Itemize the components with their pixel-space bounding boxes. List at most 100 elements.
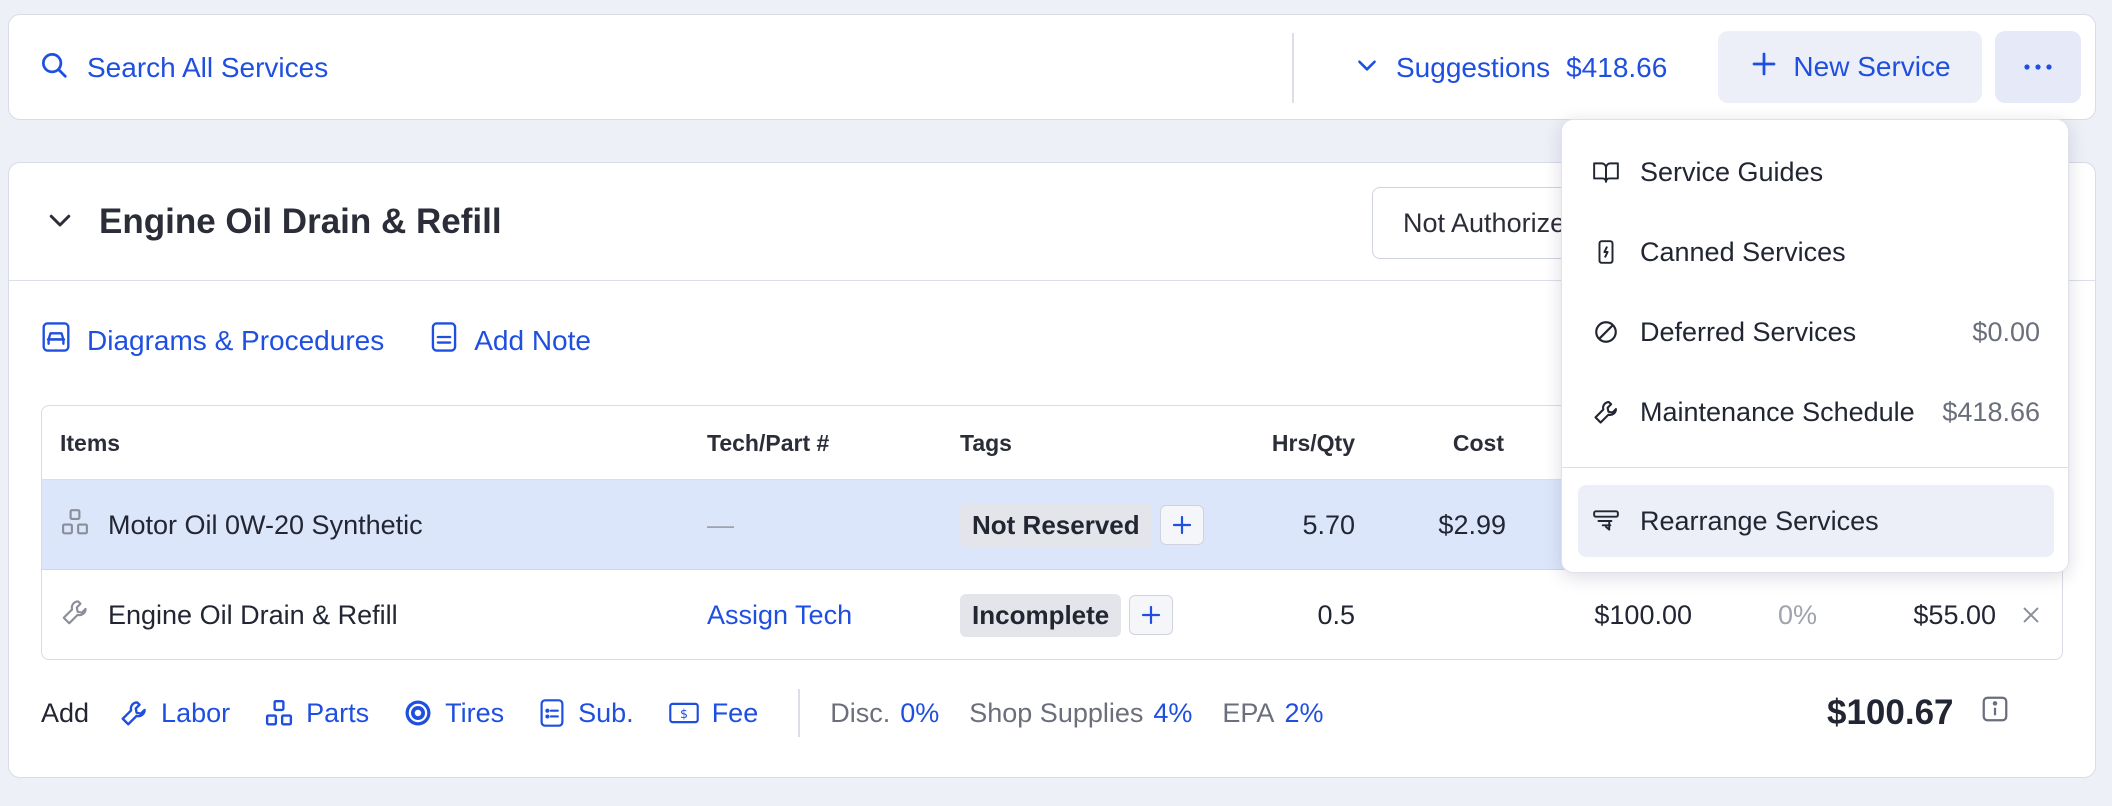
- menu-item-value: $0.00: [1972, 316, 2040, 347]
- plus-icon: [1142, 605, 1161, 625]
- menu-item-label: Service Guides: [1640, 156, 1824, 187]
- tags-cell: Incomplete: [960, 570, 1174, 659]
- close-icon: [2023, 607, 2039, 623]
- sub-label: Sub.: [578, 697, 634, 728]
- menu-item-canned-services[interactable]: Canned Services: [1592, 220, 2040, 284]
- menu-item-label: Maintenance Schedule: [1640, 396, 1915, 427]
- line-total-cell: $55.00: [1913, 599, 1996, 630]
- new-service-button[interactable]: New Service: [1718, 31, 1982, 103]
- menu-item-rearrange-services[interactable]: Rearrange Services: [1592, 489, 2040, 553]
- service-footer: Add Labor Parts Tires Sub. $ Fee Disc. 0…: [41, 683, 2071, 743]
- item-cell: Motor Oil 0W-20 Synthetic: [60, 480, 423, 570]
- add-fee-button[interactable]: $ Fee: [668, 697, 759, 729]
- col-hrs-qty: Hrs/Qty: [1271, 429, 1355, 456]
- hrs-qty-cell[interactable]: 5.70: [1257, 480, 1355, 570]
- epa-label: EPA: [1222, 697, 1275, 728]
- hrs-qty-cell[interactable]: 0.5: [1257, 570, 1355, 659]
- remove-item-button[interactable]: [2020, 570, 2042, 659]
- add-tag-button[interactable]: [1129, 595, 1174, 635]
- menu-item-label: Canned Services: [1640, 236, 1846, 267]
- more-options-button[interactable]: [1995, 31, 2081, 103]
- wrench-icon: [121, 701, 146, 726]
- discount-label: Disc.: [830, 697, 891, 728]
- status-badge: Incomplete: [960, 593, 1122, 637]
- menu-divider: [1562, 467, 2068, 468]
- canned-icon: [1592, 239, 1620, 265]
- fee-label: Fee: [711, 697, 759, 728]
- more-options-menu: Service Guides Canned Services Deferred …: [1561, 119, 2069, 573]
- item-cell: Engine Oil Drain & Refill: [60, 570, 398, 659]
- tire-icon: [405, 700, 431, 726]
- new-service-label: New Service: [1793, 51, 1951, 82]
- prohibited-icon: [1592, 319, 1620, 345]
- plus-icon: [1172, 515, 1191, 535]
- sublet-icon: [540, 699, 564, 727]
- service-toolbar: Search All Services Suggestions $418.66 …: [8, 14, 2096, 120]
- add-sublet-button[interactable]: Sub.: [538, 698, 634, 729]
- tech-part-cell: —: [707, 509, 734, 540]
- col-cost: Cost: [1452, 429, 1504, 456]
- epa-value[interactable]: 2%: [1284, 698, 1323, 729]
- diagrams-procedures-link[interactable]: Diagrams & Procedures: [41, 321, 384, 360]
- fee-icon: $: [668, 702, 699, 724]
- car-icon: [41, 321, 71, 360]
- col-tags: Tags: [960, 429, 1012, 456]
- shop-supplies-label: Shop Supplies: [969, 697, 1144, 728]
- tires-label: Tires: [445, 697, 505, 728]
- svg-text:$: $: [680, 706, 688, 721]
- status-badge: Not Reserved: [960, 503, 1152, 547]
- collapse-chevron-icon[interactable]: [45, 205, 75, 240]
- more-horizontal-icon: [2023, 58, 2053, 76]
- toolbar-divider: [1292, 33, 1294, 103]
- service-links: Diagrams & Procedures Add Note: [41, 321, 591, 360]
- item-name: Motor Oil 0W-20 Synthetic: [108, 509, 423, 540]
- diagrams-label: Diagrams & Procedures: [87, 324, 385, 356]
- wrench-icon: [1592, 398, 1620, 426]
- discount-cell[interactable]: 0%: [1752, 570, 1817, 659]
- search-icon: [39, 50, 69, 87]
- shop-supplies-value[interactable]: 4%: [1153, 698, 1192, 729]
- menu-item-maintenance-schedule[interactable]: Maintenance Schedule $418.66: [1592, 380, 2040, 444]
- col-items: Items: [60, 429, 121, 456]
- assign-tech-link[interactable]: Assign Tech: [707, 570, 852, 659]
- chevron-down-icon: [1354, 52, 1380, 85]
- parts-icon: [266, 699, 293, 726]
- menu-item-deferred-services[interactable]: Deferred Services $0.00: [1592, 300, 2040, 364]
- add-note-link[interactable]: Add Note: [430, 321, 591, 360]
- add-note-label: Add Note: [474, 324, 591, 356]
- table-row[interactable]: Engine Oil Drain & Refill Assign Tech In…: [42, 570, 2062, 659]
- search-label: Search All Services: [87, 52, 329, 83]
- plus-icon: [1749, 49, 1779, 86]
- add-tires-button[interactable]: Tires: [403, 698, 504, 729]
- wrench-icon: [60, 597, 90, 634]
- rearrange-icon: [1592, 508, 1620, 534]
- parts-icon: [60, 507, 90, 544]
- book-icon: [1592, 160, 1620, 184]
- menu-item-service-guides[interactable]: Service Guides: [1592, 140, 2040, 204]
- service-total-amount: $100.67: [1827, 693, 1954, 732]
- service-total: $100.67: [1827, 683, 2010, 743]
- labor-label: Labor: [161, 697, 231, 728]
- menu-item-label: Rearrange Services: [1640, 505, 1879, 536]
- tags-cell: Not Reserved: [960, 480, 1204, 570]
- menu-item-value: $418.66: [1942, 396, 2040, 427]
- suggestions-label: Suggestions: [1396, 52, 1551, 83]
- item-name: Engine Oil Drain & Refill: [108, 599, 398, 630]
- add-parts-button[interactable]: Parts: [264, 698, 369, 729]
- price-cell[interactable]: $100.00: [1562, 570, 1692, 659]
- add-labor-button[interactable]: Labor: [119, 698, 230, 729]
- footer-divider: [798, 689, 801, 737]
- parts-label: Parts: [306, 697, 370, 728]
- service-title: Engine Oil Drain & Refill: [99, 202, 502, 241]
- menu-item-label: Deferred Services: [1640, 316, 1857, 347]
- add-label: Add: [41, 697, 90, 728]
- col-tech-part: Tech/Part #: [707, 429, 830, 456]
- suggestions-amount: $418.66: [1566, 52, 1668, 83]
- info-icon[interactable]: [1980, 693, 2010, 733]
- note-icon: [430, 321, 458, 360]
- add-tag-button[interactable]: [1159, 505, 1204, 545]
- cost-cell[interactable]: $2.99: [1402, 480, 1506, 570]
- discount-value[interactable]: 0%: [900, 698, 939, 729]
- search-all-services[interactable]: Search All Services: [39, 15, 328, 121]
- suggestions-toggle[interactable]: Suggestions $418.66: [1354, 15, 1667, 121]
